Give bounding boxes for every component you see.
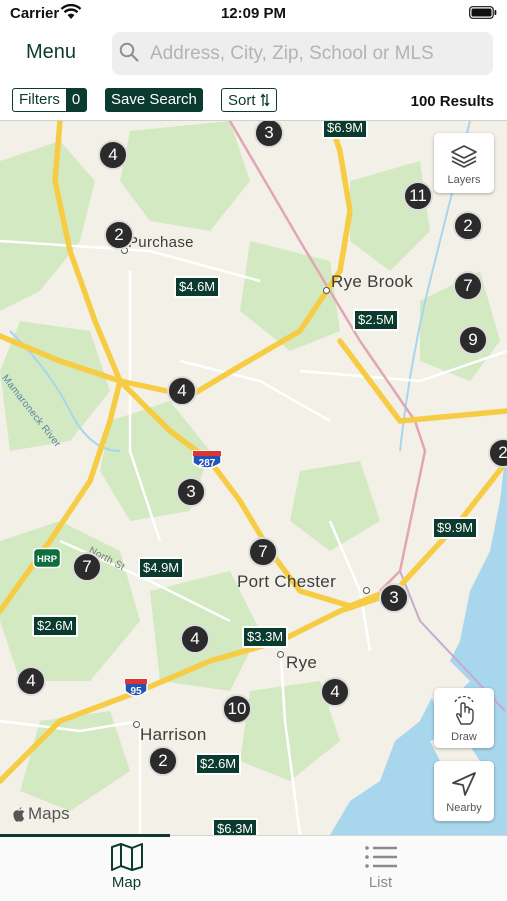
map-background [0, 121, 507, 835]
tab-map[interactable]: Map [0, 836, 253, 901]
price-pin[interactable]: $6.9M [322, 121, 369, 139]
cluster-marker[interactable]: 10 [222, 694, 252, 724]
place-label-port-chester: Port Chester [237, 572, 337, 591]
draw-button[interactable]: Draw [434, 688, 494, 748]
save-search-button[interactable]: Save Search [105, 88, 203, 112]
location-arrow-icon [452, 772, 476, 796]
layers-button[interactable]: Layers [434, 133, 494, 193]
sort-arrows-icon [260, 93, 270, 107]
price-pin[interactable]: $4.6M [174, 276, 221, 298]
price-pin[interactable]: $3.3M [242, 626, 289, 648]
apple-logo-icon [13, 806, 25, 822]
cluster-marker[interactable]: 4 [16, 666, 46, 696]
price-pin[interactable]: $2.6M [195, 753, 242, 775]
price-pin[interactable]: $2.6M [32, 615, 79, 637]
cluster-marker[interactable]: 7 [248, 537, 278, 567]
status-time: 12:09 PM [220, 5, 287, 22]
hutchinson-river-parkway-shield: HRP [32, 547, 62, 569]
status-bar: Carrier 12:09 PM [0, 0, 507, 30]
filters-count-badge: 0 [65, 89, 87, 111]
tab-bar: Map List [0, 834, 507, 901]
rye-brook-dot [323, 287, 330, 294]
interstate-95-shield: 95 [124, 678, 148, 697]
cluster-marker[interactable]: 7 [72, 552, 102, 582]
nearby-label: Nearby [446, 802, 482, 814]
place-label-rye-brook: Rye Brook [331, 272, 414, 291]
cluster-marker[interactable]: 9 [458, 325, 488, 355]
battery-icon [469, 6, 497, 19]
cluster-marker[interactable]: 4 [167, 376, 197, 406]
cluster-marker[interactable]: 3 [176, 477, 206, 507]
map-view[interactable]: 287 HRP 95 Purchase Rye Brook Port Chest… [0, 121, 507, 835]
cluster-marker[interactable]: 3 [379, 583, 409, 613]
interstate-287-shield: 287 [192, 450, 222, 469]
harrison-dot [133, 721, 140, 728]
rye-dot [277, 651, 284, 658]
tab-map-label: Map [111, 874, 142, 891]
price-pin[interactable]: $2.5M [353, 309, 400, 331]
cluster-marker[interactable]: 4 [180, 624, 210, 654]
maps-attribution: Maps [12, 804, 70, 824]
cluster-marker[interactable]: 4 [98, 140, 128, 170]
draw-label: Draw [451, 731, 477, 743]
place-label-purchase: Purchase [128, 234, 194, 251]
search-header: Menu [0, 30, 507, 82]
list-icon [364, 846, 397, 868]
search-input[interactable] [150, 32, 485, 75]
interstate-95-label: 95 [130, 686, 142, 697]
filters-label: Filters [19, 91, 60, 108]
place-label-harrison: Harrison [140, 725, 207, 744]
search-box[interactable] [112, 32, 493, 75]
maps-attribution-text: Maps [28, 804, 70, 823]
filter-toolbar: Filters 0 Save Search Sort 100 Results [0, 82, 507, 121]
cluster-marker[interactable]: 11 [403, 181, 433, 211]
cluster-marker[interactable]: 2 [148, 746, 178, 776]
port-chester-dot [363, 587, 370, 594]
interstate-287-label: 287 [199, 458, 216, 469]
filters-button[interactable]: Filters 0 [12, 88, 88, 112]
layers-icon [451, 145, 477, 168]
price-pin[interactable]: $4.9M [138, 557, 185, 579]
price-pin[interactable]: $6.3M [212, 818, 259, 835]
cluster-marker[interactable]: 4 [320, 677, 350, 707]
hrp-label: HRP [37, 554, 58, 565]
search-icon [119, 42, 139, 62]
tab-list[interactable]: List [254, 836, 507, 901]
cluster-marker[interactable]: 2 [104, 220, 134, 250]
menu-button[interactable]: Menu [26, 41, 76, 64]
map-icon [110, 843, 143, 871]
sort-label: Sort [228, 91, 256, 109]
layers-label: Layers [447, 174, 481, 186]
nearby-button[interactable]: Nearby [434, 761, 494, 821]
tab-list-label: List [368, 874, 393, 891]
sort-button[interactable]: Sort [221, 88, 277, 112]
place-label-rye: Rye [286, 653, 318, 672]
draw-hand-icon [454, 696, 474, 725]
results-count: 100 Results [410, 93, 494, 110]
cluster-marker[interactable]: 7 [453, 271, 483, 301]
cluster-marker[interactable]: 2 [453, 211, 483, 241]
price-pin[interactable]: $9.9M [432, 517, 479, 539]
